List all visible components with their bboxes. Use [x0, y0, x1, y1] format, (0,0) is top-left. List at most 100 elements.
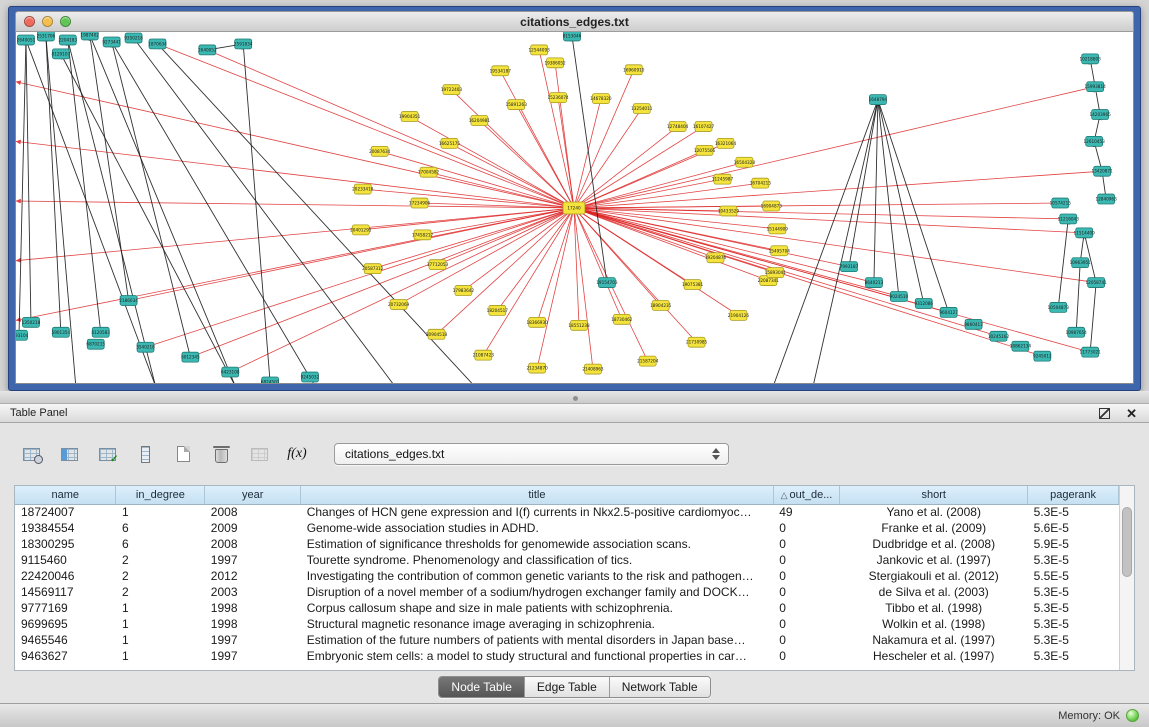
graph-node[interactable]: 10504873	[1048, 302, 1070, 312]
graph-node[interactable]: 12610453	[1084, 136, 1106, 146]
table-cell[interactable]: 9699695	[15, 616, 116, 632]
graph-node[interactable]: 3540218	[136, 342, 155, 352]
table-cell[interactable]: 1	[116, 648, 205, 664]
function-button[interactable]: f(x)	[284, 441, 310, 467]
column-header-title[interactable]: title	[301, 486, 773, 504]
table-cell[interactable]: 1998	[205, 600, 301, 616]
graph-node[interactable]: 9273441	[102, 37, 121, 47]
table-cell[interactable]: 5.3E-5	[1028, 504, 1119, 520]
graph-node[interactable]: 20904518	[426, 329, 448, 339]
table-cell[interactable]: Jankovic et al. (1997)	[840, 552, 1028, 568]
table-cell[interactable]: Disruption of a novel member of a sodium…	[301, 584, 773, 600]
new-table-button[interactable]	[170, 441, 196, 467]
graph-node[interactable]: 15993814	[1085, 82, 1107, 92]
graph-node[interactable]: 11773021	[1080, 347, 1102, 357]
table-cell[interactable]: 5.3E-5	[1028, 648, 1119, 664]
table-cell[interactable]: 0	[773, 536, 840, 552]
graph-node[interactable]: 15893041	[765, 268, 787, 278]
show-columns-button[interactable]	[56, 441, 82, 467]
table-row[interactable]: 946554611997Estimation of the future num…	[15, 632, 1119, 648]
graph-node[interactable]: 16504328	[734, 157, 756, 167]
minimize-window-button[interactable]	[42, 16, 53, 27]
graph-node[interactable]: 21234870	[527, 363, 549, 373]
graph-node[interactable]: 18366930	[527, 317, 549, 327]
table-cell[interactable]: 5.3E-5	[1028, 632, 1119, 648]
graph-node[interactable]: 16107427	[693, 121, 715, 131]
table-cell[interactable]: Tibbo et al. (1998)	[840, 600, 1028, 616]
split-handle[interactable]	[573, 396, 578, 401]
table-cell[interactable]: 2008	[205, 504, 301, 520]
delete-table-button[interactable]	[208, 441, 234, 467]
split-divider[interactable]	[0, 391, 1149, 404]
graph-node[interactable]: 9860413	[964, 319, 983, 329]
graph-node[interactable]: 16204981	[469, 116, 491, 126]
graph-node[interactable]: 14203965	[1089, 110, 1111, 120]
column-header-in-degree[interactable]: in_degree	[116, 486, 205, 504]
graph-node[interactable]: 14678320	[590, 94, 612, 104]
graph-node[interactable]: 12058741	[1086, 278, 1108, 288]
graph-node[interactable]: 2204183	[59, 35, 78, 45]
graph-node[interactable]: 17240	[563, 202, 585, 214]
table-cell[interactable]: 9465546	[15, 632, 116, 648]
table-cell[interactable]: Franke et al. (2009)	[840, 520, 1028, 536]
graph-node[interactable]: 12544093	[528, 45, 550, 55]
edit-table-button[interactable]	[94, 441, 120, 467]
table-cell[interactable]: Yano et al. (2008)	[840, 504, 1028, 520]
table-cell[interactable]: 2012	[205, 568, 301, 584]
network-canvas[interactable]: 1724010433529112459871207550612748404132…	[16, 32, 1133, 383]
table-cell[interactable]: 2	[116, 584, 205, 600]
graph-node[interactable]: 18730462	[611, 314, 633, 324]
graph-node[interactable]: 1093104	[16, 330, 29, 340]
table-cell[interactable]: 1997	[205, 648, 301, 664]
graph-node[interactable]: 12748404	[667, 121, 689, 131]
graph-node[interactable]: 1870634	[148, 39, 167, 49]
table-cell[interactable]: 6	[116, 520, 205, 536]
graph-node[interactable]: 5901354	[52, 327, 71, 337]
table-cell[interactable]: Corpus callosum shape and size in male p…	[301, 600, 773, 616]
graph-node[interactable]: 18551238	[568, 320, 590, 330]
network-window-titlebar[interactable]: citations_edges.txt	[15, 11, 1134, 31]
graph-node[interactable]: 21730985	[686, 337, 708, 347]
graph-node[interactable]: 18204517	[487, 305, 509, 315]
graph-node[interactable]: 20732069	[388, 299, 410, 309]
table-cell[interactable]: 0	[773, 584, 840, 600]
table-cell[interactable]: Changes of HCN gene expression and I(f) …	[301, 504, 773, 520]
graph-node[interactable]: 9312086	[914, 298, 933, 308]
graph-node[interactable]: 10245162	[988, 331, 1010, 341]
graph-node[interactable]: 17004582	[418, 167, 440, 177]
table-cell[interactable]: 0	[773, 616, 840, 632]
rows-button[interactable]	[132, 441, 158, 467]
graph-node[interactable]: 16904873	[761, 201, 783, 211]
table-row[interactable]: 969969511998Structural magnetic resonanc…	[15, 616, 1119, 632]
table-cell[interactable]: Nakamura et al. (1997)	[840, 632, 1028, 648]
table-cell[interactable]: 5.5E-5	[1028, 568, 1119, 584]
tab-edge-table[interactable]: Edge Table	[525, 677, 610, 697]
graph-node[interactable]: 10218803	[1080, 54, 1102, 64]
zoom-window-button[interactable]	[60, 16, 71, 27]
graph-node[interactable]: 6870215	[86, 339, 105, 349]
graph-node[interactable]: 4120583	[91, 327, 110, 337]
graph-node[interactable]: 20401295	[350, 225, 372, 235]
table-cell[interactable]: 2003	[205, 584, 301, 600]
float-panel-icon[interactable]	[1099, 408, 1110, 419]
graph-node[interactable]: 11245987	[712, 174, 734, 184]
table-cell[interactable]: 9777169	[15, 600, 116, 616]
graph-node[interactable]: 19904351	[399, 112, 421, 122]
graph-node[interactable]: 21587204	[637, 356, 659, 366]
table-cell[interactable]: 2008	[205, 536, 301, 552]
graph-node[interactable]: 21904126	[728, 310, 750, 320]
graph-node[interactable]: 9245032	[301, 372, 320, 382]
import-table-button[interactable]	[246, 441, 272, 467]
graph-node[interactable]: 6824501	[261, 377, 280, 383]
table-cell[interactable]: Dudbridge et al. (2008)	[840, 536, 1028, 552]
graph-node[interactable]: 12075506	[694, 145, 716, 155]
table-cell[interactable]: 5.3E-5	[1028, 616, 1119, 632]
table-cell[interactable]: 2009	[205, 520, 301, 536]
table-cell[interactable]: de Silva et al. (2003)	[840, 584, 1028, 600]
graph-node[interactable]: 16960910	[623, 65, 645, 75]
graph-node[interactable]: 21408963	[582, 364, 604, 374]
graph-node[interactable]: 8640213	[865, 278, 884, 288]
table-row[interactable]: 1456911722003Disruption of a novel membe…	[15, 584, 1119, 600]
graph-node[interactable]: 10963951	[1070, 258, 1092, 268]
graph-node[interactable]: 19386052	[544, 58, 566, 68]
